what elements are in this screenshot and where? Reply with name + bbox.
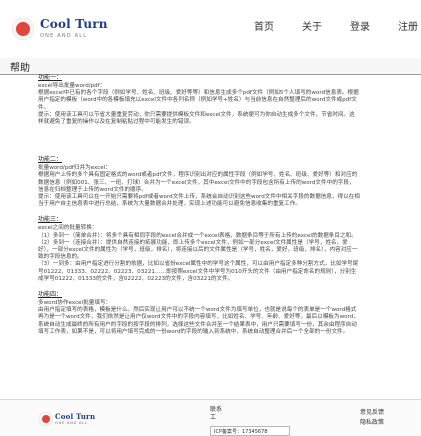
footer-logo-subtitle: ONE AND ALL xyxy=(55,420,88,425)
nav-register[interactable]: 注册 xyxy=(384,19,421,39)
help-title: 帮助 xyxy=(10,63,30,74)
feature-section-1: 功能一： excel导出批量word/pdf： 根据excel中已有的各个字段（… xyxy=(38,74,360,126)
logo-icon xyxy=(12,18,34,40)
feature-section-3: 功能三： excel之间的批量转换： （1）多到一（简单合并）：将多个具有相同字… xyxy=(38,216,360,283)
feature-title-4: 功能四： xyxy=(38,291,63,299)
footer-contact-label: 联系 xyxy=(210,406,223,413)
site-logo[interactable]: Cool Turn ONE AND ALL xyxy=(12,16,132,46)
footer-logo-icon xyxy=(39,412,53,426)
feature-title-3: 功能三： xyxy=(38,216,63,224)
footer-link-privacy[interactable]: 隐私政策 xyxy=(360,418,418,428)
footer-center: 联系 工 ICP备案号：17345678 xyxy=(210,406,310,436)
footer-links: 意见反馈 隐私政策 xyxy=(360,408,418,434)
footer-logo[interactable]: Cool Turn ONE AND ALL xyxy=(39,412,99,430)
nav-home[interactable]: 首页 xyxy=(240,19,288,39)
feature-section-4: 功能四： 多word协作excel批量填写： 由用户指定填写的表格，模板是什么。… xyxy=(38,291,360,336)
feature-body-2: 批量word/pdf归并为excel： 根据用户上传的多个具有固定格式的word… xyxy=(38,165,360,208)
help-content: 功能一： excel导出批量word/pdf： 根据excel中已有的各个字段（… xyxy=(38,74,360,399)
feature-section-2: 功能二： 批量word/pdf归并为excel： 根据用户上传的多个具有固定格式… xyxy=(38,156,360,208)
logo-subtitle: ONE AND ALL xyxy=(40,33,88,39)
feature-body-1: excel导出批量word/pdf： 根据excel中已有的各个字段（例如学号、… xyxy=(38,83,359,126)
help-header-bar: 帮助 xyxy=(0,58,421,75)
logo-title: Cool Turn xyxy=(40,17,108,31)
feature-body-3: excel之间的批量转换： （1）多到一（简单合并）：将多个具有相同字段的exc… xyxy=(38,225,359,282)
footer-line-2: 工 xyxy=(210,414,217,421)
footer-link-feedback[interactable]: 意见反馈 xyxy=(360,408,418,418)
nav-about[interactable]: 关于 xyxy=(288,19,336,39)
top-navbar: Cool Turn ONE AND ALL 首页 关于 登录 注册 xyxy=(0,0,421,59)
nav-login[interactable]: 登录 xyxy=(336,19,384,39)
feature-body-4: 多word协作excel批量填写： 由用户指定填写的表格，模板是什么。然后实现让… xyxy=(38,300,359,335)
feature-title-2: 功能二： xyxy=(38,156,63,164)
feature-title-1: 功能一： xyxy=(38,74,63,81)
main-nav: 首页 关于 登录 注册 xyxy=(240,19,421,39)
site-footer: Cool Turn ONE AND ALL 联系 工 ICP备案号：173456… xyxy=(0,399,421,436)
